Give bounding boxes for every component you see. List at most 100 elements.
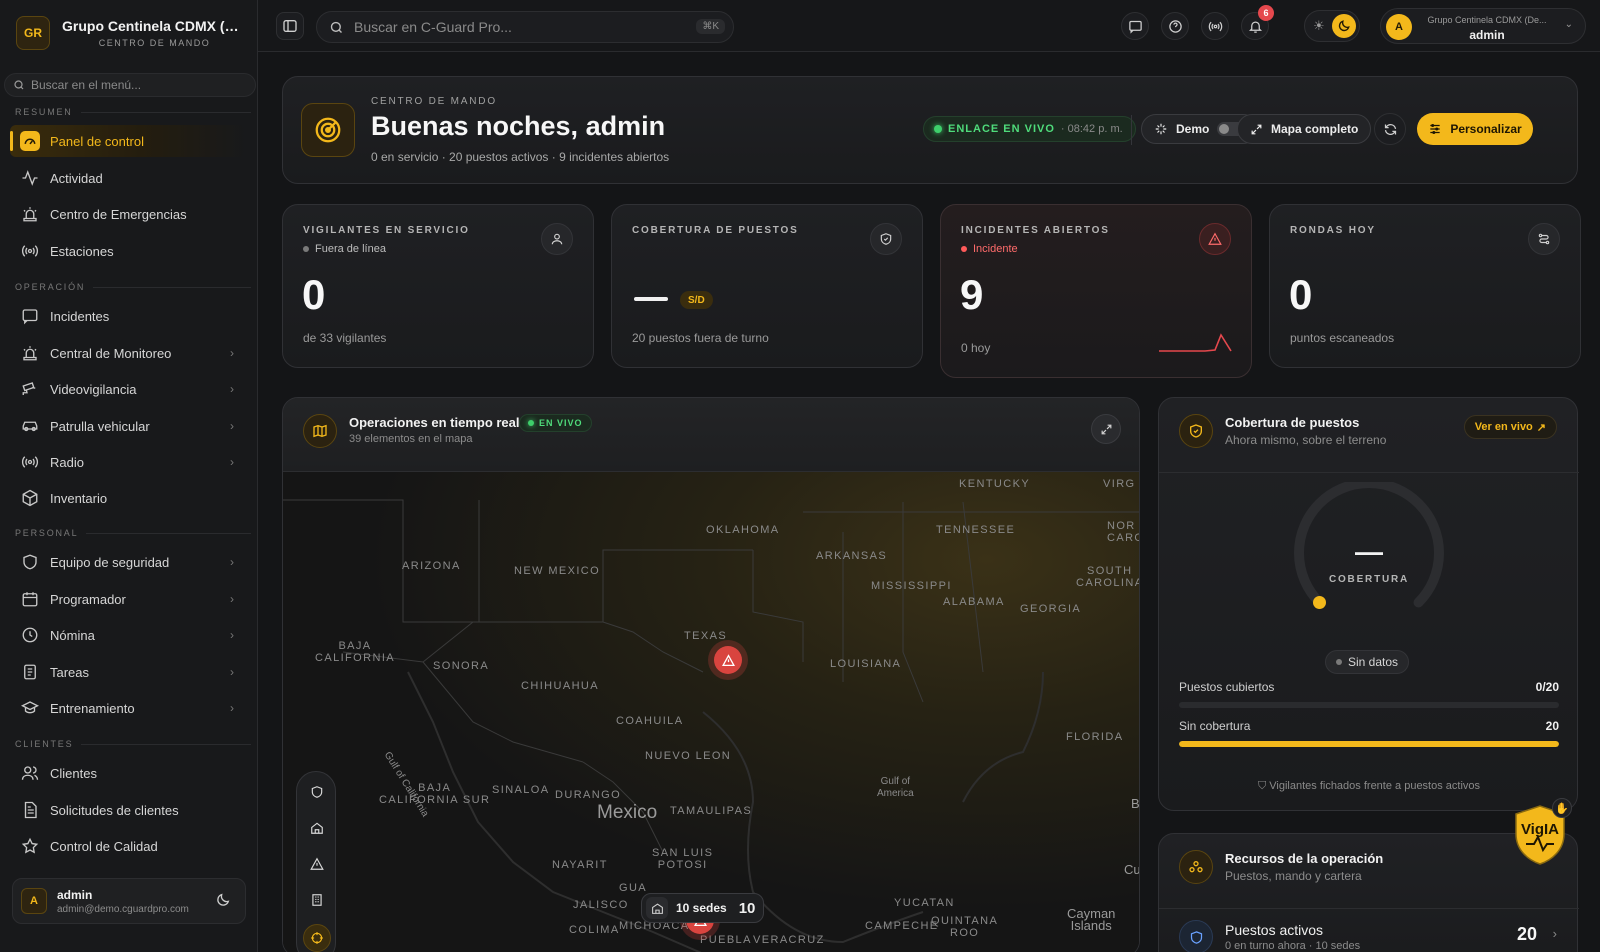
sidebar-item-panel-de-control[interactable]: Panel de control [10, 125, 246, 157]
broadcast-button[interactable] [1201, 12, 1229, 40]
chevron-down-icon: ⌄ [1564, 19, 1573, 30]
sidebar-item-nomina[interactable]: Nómina › [10, 619, 246, 651]
sidebar-item-radio[interactable]: Radio › [10, 446, 246, 478]
map-label: MISSISSIPPI [871, 580, 952, 592]
calendar-icon [20, 589, 40, 609]
sidebar-toggle-button[interactable] [276, 12, 304, 40]
sidebar-item-videovigilancia[interactable]: Videovigilancia › [10, 373, 246, 405]
sidebar-item-label: Estaciones [50, 243, 114, 259]
incident-marker[interactable] [714, 646, 742, 674]
gauge-knob [1313, 596, 1326, 609]
user-card[interactable]: A admin admin@demo.cguardpro.com [12, 878, 246, 924]
account-org: Grupo Centinela CDMX (De... [1427, 15, 1547, 25]
layer-locate-button[interactable] [303, 924, 331, 952]
map-header: Operaciones en tiempo real EN VIVO 39 el… [283, 398, 1139, 472]
gauge-value: — [1355, 536, 1383, 567]
map-expand-button[interactable] [1091, 414, 1121, 444]
layer-buildings-button[interactable] [303, 886, 331, 914]
stat-label: RONDAS HOY [1290, 225, 1376, 236]
uncovered-posts-row: Sin cobertura 20 [1179, 719, 1559, 733]
user-icon [541, 223, 573, 255]
package-icon [20, 488, 40, 508]
sidebar-item-tareas[interactable]: Tareas › [10, 656, 246, 688]
menu-search-input[interactable]: Buscar en el menú... [4, 73, 256, 97]
map-label: Mexico [597, 802, 658, 823]
star-icon [20, 836, 40, 856]
messages-button[interactable] [1121, 12, 1149, 40]
gauge-label: COBERTURA [1328, 574, 1410, 585]
customize-button[interactable]: Personalizar [1417, 113, 1533, 145]
sidebar-item-incidentes[interactable]: Incidentes [10, 300, 246, 332]
map-label: Gulf of America [877, 776, 914, 799]
map-label: SONORA [433, 660, 490, 672]
sidebar-item-equipo-de-seguridad[interactable]: Equipo de seguridad › [10, 546, 246, 578]
map-label: YUCATAN [894, 897, 955, 909]
clock-icon [20, 625, 40, 645]
hand-icon: ✋ [1552, 798, 1572, 818]
moon-icon [1332, 14, 1356, 38]
live-link-status: ENLACE EN VIVO · 08:42 p. m. [923, 116, 1136, 142]
map-label: Cayman Islands [1067, 906, 1116, 933]
map-live-label: EN VIVO [539, 418, 583, 428]
sidebar-item-label: Patrulla vehicular [50, 418, 150, 434]
view-live-link[interactable]: Ver en vivo ↗ [1463, 415, 1557, 439]
stat-card-guards[interactable]: VIGILANTES EN SERVICIO Fuera de línea 0 … [282, 204, 594, 368]
stat-value: 0 [302, 271, 326, 318]
map-label: VIRG [1103, 478, 1136, 490]
page-title: Buenas noches, admin [371, 111, 666, 141]
sidebar-item-clientes[interactable]: Clientes [10, 757, 246, 789]
map-label: NEW MEXICO [514, 565, 601, 577]
sidebar-item-inventario[interactable]: Inventario [10, 482, 246, 514]
sidebar-item-estaciones[interactable]: Estaciones [10, 235, 246, 267]
layer-posts-button[interactable] [303, 778, 331, 806]
refresh-icon [1384, 123, 1396, 135]
full-map-button[interactable]: Mapa completo [1237, 114, 1372, 144]
account-menu[interactable]: A Grupo Centinela CDMX (De... admin ⌄ [1380, 8, 1586, 44]
sites-cluster[interactable]: 10 sedes 10 [641, 893, 765, 923]
sidebar-item-entrenamiento[interactable]: Entrenamiento › [10, 692, 246, 724]
help-button[interactable] [1161, 12, 1189, 40]
stat-status: Fuera de línea [303, 243, 386, 255]
welcome-card: CENTRO DE MANDO Buenas noches, admin 0 e… [282, 76, 1578, 184]
chevron-right-icon: › [230, 346, 234, 360]
stat-card-coverage[interactable]: COBERTURA DE PUESTOS S/D 20 puestos fuer… [611, 204, 923, 368]
sidebar-item-programador[interactable]: Programador › [10, 583, 246, 615]
building-icon [646, 897, 668, 919]
stat-card-rounds[interactable]: RONDAS HOY 0 puntos escaneados [1269, 204, 1581, 368]
resources-subtitle: Puestos, mando y cartera [1225, 869, 1362, 883]
active-posts-row[interactable]: Puestos activos 0 en turno ahora · 10 se… [1179, 920, 1559, 952]
layer-sites-button[interactable] [303, 814, 331, 842]
search-icon [330, 21, 342, 33]
sidebar-item-label: Control de Calidad [50, 838, 158, 854]
brand[interactable]: GR Grupo Centinela CDMX (De... CENTRO DE… [16, 16, 247, 50]
account-user: admin [1469, 28, 1505, 42]
search-icon [14, 80, 24, 90]
refresh-button[interactable] [1374, 113, 1406, 145]
sidebar-item-solicitudes-de-clientes[interactable]: Solicitudes de clientes [10, 794, 246, 826]
sidebar-item-label: Entrenamiento [50, 700, 135, 716]
map-label: ALABAMA [943, 596, 1005, 608]
map-label: OKLAHOMA [706, 524, 780, 536]
moon-icon[interactable] [215, 892, 231, 911]
sidebar-item-actividad[interactable]: Actividad [10, 162, 246, 194]
shield-icon [1179, 920, 1213, 952]
map-label: CAMPECHE [865, 920, 939, 932]
assistant-launcher[interactable]: VigIA ✋ [1512, 798, 1572, 866]
stat-card-incidents[interactable]: INCIDENTES ABIERTOS Incidente 9 0 hoy [940, 204, 1252, 378]
stat-status-text: Fuera de línea [315, 243, 386, 255]
global-search-input[interactable]: Buscar en C-Guard Pro... ⌘K [316, 11, 734, 43]
sidebar-item-patrulla-vehicular[interactable]: Patrulla vehicular › [10, 410, 246, 442]
map-canvas[interactable]: KENTUCKY VIRG OKLAHOMA TENNESSEE NOR CAR… [283, 472, 1139, 952]
section-label-resumen: RESUMEN [15, 107, 251, 117]
sidebar-item-centro-de-emergencias[interactable]: Centro de Emergencias [10, 198, 246, 230]
layer-incidents-button[interactable] [303, 850, 331, 878]
map-label: SAN LUIS POTOSI [652, 847, 714, 871]
sidebar: GR Grupo Centinela CDMX (De... CENTRO DE… [0, 0, 258, 952]
notifications-button[interactable]: 6 [1241, 5, 1274, 40]
stat-value: 0 [1289, 271, 1313, 318]
theme-toggle[interactable]: ☀ [1304, 10, 1360, 42]
sidebar-item-central-de-monitoreo[interactable]: Central de Monitoreo › [10, 337, 246, 369]
sidebar-item-control-de-calidad[interactable]: Control de Calidad [10, 830, 246, 862]
crosshair-icon [311, 932, 323, 944]
map-label: KENTUCKY [959, 478, 1031, 490]
